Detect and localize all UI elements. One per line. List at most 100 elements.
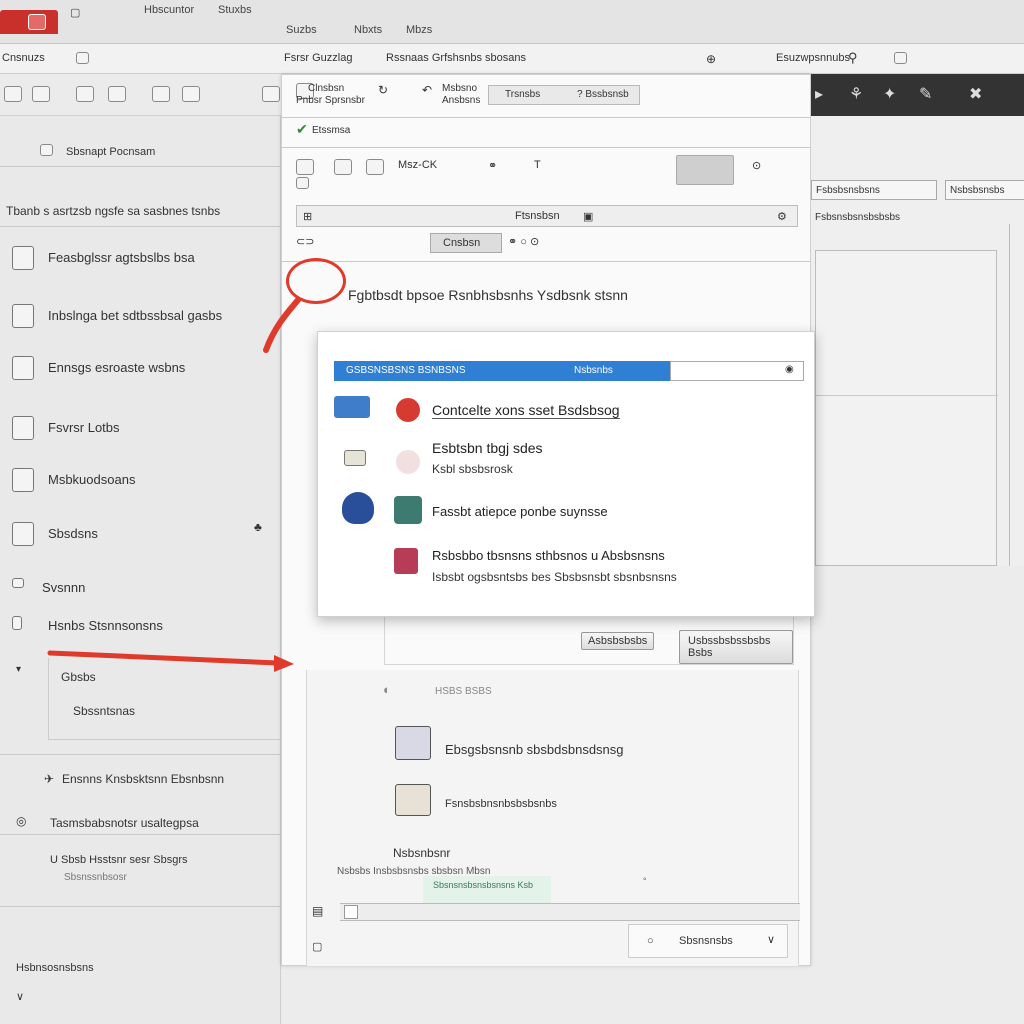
link-icon[interactable]: ⚭ (488, 159, 497, 172)
toolbar-icon-1[interactable] (4, 86, 22, 102)
folder-icon (344, 450, 366, 466)
tab-4[interactable]: Nbxts (354, 24, 382, 36)
toolbar-field-label: Trsnsbs (505, 89, 541, 100)
search-icon[interactable]: ⚲ (848, 50, 858, 66)
globe-icon: ⊕ (706, 52, 717, 66)
toggle-icons[interactable]: ⚭ ○ ⊙ (508, 235, 539, 248)
toolbar-mid-label-2: Ansbsns (442, 95, 481, 106)
sidebar-item-label: Svsnnn (42, 580, 86, 595)
sidebar-footer-item-2[interactable]: Tasmsbabsnotsr usaltegpsa (50, 816, 199, 830)
sidebar-item-7[interactable]: Svsnnn (12, 572, 272, 602)
app-tab-active[interactable] (0, 10, 58, 34)
tool-icon[interactable]: ✦ (883, 84, 896, 104)
right-row-label: Fsbsnsbsnsbsbsbs (815, 212, 901, 223)
toolbar-icon-2[interactable] (32, 86, 50, 102)
view-icon[interactable]: ⊙ (752, 159, 761, 172)
checkbox-icon[interactable] (40, 144, 53, 159)
bookmark-icon[interactable] (894, 52, 907, 64)
search-bar[interactable]: ⊞ Ftsnsbsn ▣ ⚙ (296, 205, 798, 227)
scroll-left-icon[interactable]: ▤ (312, 904, 323, 918)
toolbar-help-label: ? Bssbsnsb (577, 89, 629, 100)
sidebar-item-3[interactable]: Ennsgs esroaste wsbns (12, 352, 272, 382)
right-field-2[interactable]: Nsbsbsnsbs (945, 180, 1024, 200)
search-bar-label: Ftsnsbsn (515, 210, 560, 222)
text-tool-icon[interactable]: T (534, 159, 541, 171)
link-icon[interactable]: ⚘ (849, 84, 863, 104)
section-heading: Fgbtbsdt bpsoe Rsnbhsbsnhs Ysdbsnk stsnn (348, 287, 628, 303)
status-box[interactable]: ○ Sbsnsnsbs ∨ (628, 924, 788, 958)
toolbar-icon-6[interactable] (182, 86, 200, 102)
annotation-arrow-1 (263, 298, 301, 353)
tab-2[interactable]: Stuxbs (218, 4, 252, 16)
toolbar-icon-4[interactable] (108, 86, 126, 102)
lower-row-1[interactable]: Ebsgsbsnsnb sbsbdsbnsdsnsg (445, 742, 624, 757)
settings-icon[interactable]: ⚙ (777, 210, 787, 223)
expand-icon[interactable]: ▾ (16, 664, 21, 675)
sidebar-item-2[interactable]: Inbslnga bet sdtbssbsal gasbs (12, 300, 272, 330)
tab-5[interactable]: Mbzs (406, 24, 432, 36)
wrench-icon[interactable]: ✖ (969, 84, 982, 104)
modal-search-icon[interactable]: ◉ (785, 364, 794, 375)
address-path[interactable]: Fsrsr Guzzlag (284, 52, 352, 64)
tab-1[interactable]: Hbscuntor (144, 4, 194, 16)
nav-icon[interactable] (76, 52, 89, 64)
sidebar-item-label: Inbslnga bet sdtbssbsal gasbs (48, 308, 223, 323)
image-thumbnail[interactable] (676, 155, 734, 185)
sidebar-item-8[interactable]: Hsnbs Stsnnsonsns (12, 610, 272, 640)
brush-icon[interactable]: ✎ (919, 84, 932, 104)
play-icon[interactable]: ▸ (815, 84, 823, 104)
toolbar-field[interactable]: Trsnsbs ? Bssbsnsb (488, 85, 640, 105)
modal-item-3[interactable]: Fassbt atiepce ponbe suynsse (432, 504, 608, 519)
small-icon-a[interactable] (296, 177, 309, 189)
photo-icon (395, 784, 431, 816)
chevron-down-icon[interactable]: ∨ (16, 990, 24, 1003)
document-icon (12, 246, 34, 270)
green-label: Etssmsa (312, 125, 351, 136)
sidebar-footer-item-1[interactable]: Ensnns Knsbsktsnn Ebsnbsnn (62, 772, 224, 786)
right-scrollbar[interactable] (1009, 224, 1024, 566)
horizontal-scrollbar[interactable] (340, 903, 800, 921)
refresh-icon[interactable]: ↻ (378, 83, 388, 97)
format-icon-1[interactable] (296, 159, 314, 175)
modal-search-field[interactable]: ◉ (670, 361, 804, 381)
format-icon-3[interactable] (366, 159, 384, 175)
modal-item-1[interactable]: Contcelte xons sset Bsdsbsog (432, 402, 620, 419)
lower-row-2[interactable]: Fsnsbsbnsnbsbsbsnbs (445, 798, 557, 810)
address-left-label: Cnsnuzs (2, 52, 45, 64)
calendar-icon (394, 548, 418, 574)
modal-title-bar: GSBSNSBSNS BSNBSNS Nsbsnbs (334, 361, 670, 381)
format-icon-2[interactable] (334, 159, 352, 175)
sidebar-item-6[interactable]: Sbsdsns (12, 518, 272, 548)
sidebar-item-label: Hsnbs Stsnnsonsns (48, 618, 163, 633)
sidebar-header: Tbanb s asrtzsb ngsfe sa sasbnes tsnbs (6, 204, 221, 218)
filter-icon[interactable]: ⊂⊃ (296, 235, 314, 248)
address-right-field[interactable]: Esuzwpsnnubs (776, 52, 850, 64)
toolbar-icon-3[interactable] (76, 86, 94, 102)
right-field-1[interactable]: Fsbsbsnsbsns (811, 180, 937, 200)
sidebar-footer-item-3[interactable]: U Sbsb Hsstsnr sesr Sbsgrs (50, 854, 188, 866)
undo-icon[interactable]: ↶ (422, 83, 432, 97)
sidebar-subitem-2[interactable]: Sbssntsnas (73, 704, 135, 718)
pin-icon[interactable]: ♣ (254, 520, 262, 534)
address-bar: Cnsnuzs Fsrsr Guzzlag Rssnaas Grfshsnbs … (0, 44, 1024, 74)
sidebar-item-1[interactable]: Feasbglssr agtsbslbs bsa (12, 242, 272, 272)
toolbar-icon-5[interactable] (152, 86, 170, 102)
toolbar-icon-7[interactable] (262, 86, 280, 102)
right-canvas[interactable] (815, 250, 998, 566)
modal-item-2[interactable]: Esbtsbn tbgj sdes (432, 440, 543, 456)
address-path-2[interactable]: Rssnaas Grfshsnbs sbosans (386, 52, 526, 64)
sidebar-item-label: Feasbglssr agtsbslbs bsa (48, 250, 195, 265)
cancel-button[interactable]: Asbsbsbsbs (581, 632, 655, 650)
lower-panel: ◐ HSBS BSBS Ebsgsbsnsnb sbsbdsbnsdsnsg F… (306, 670, 799, 966)
sidebar-item-4[interactable]: Fsvrsr Lotbs (12, 412, 272, 442)
tab-3[interactable]: Suzbs (286, 24, 317, 36)
search-bar-icon-2: ▣ (583, 211, 594, 223)
footer-square-icon[interactable]: ▢ (312, 940, 322, 953)
sidebar-search-label[interactable]: Sbsnapt Pocnsam (66, 146, 155, 158)
scrollbar-thumb[interactable] (344, 905, 358, 919)
ok-button[interactable]: Usbssbsbssbsbs Bsbs (679, 630, 793, 664)
tab-selected[interactable]: Cnsbsn (430, 233, 502, 253)
modal-item-4[interactable]: Rsbsbbo tbsnsns sthbsnos u Absbsnsns (432, 548, 665, 563)
sidebar-item-5[interactable]: Msbkuodsoans (12, 464, 272, 494)
check-icon: ✔ (296, 121, 308, 137)
